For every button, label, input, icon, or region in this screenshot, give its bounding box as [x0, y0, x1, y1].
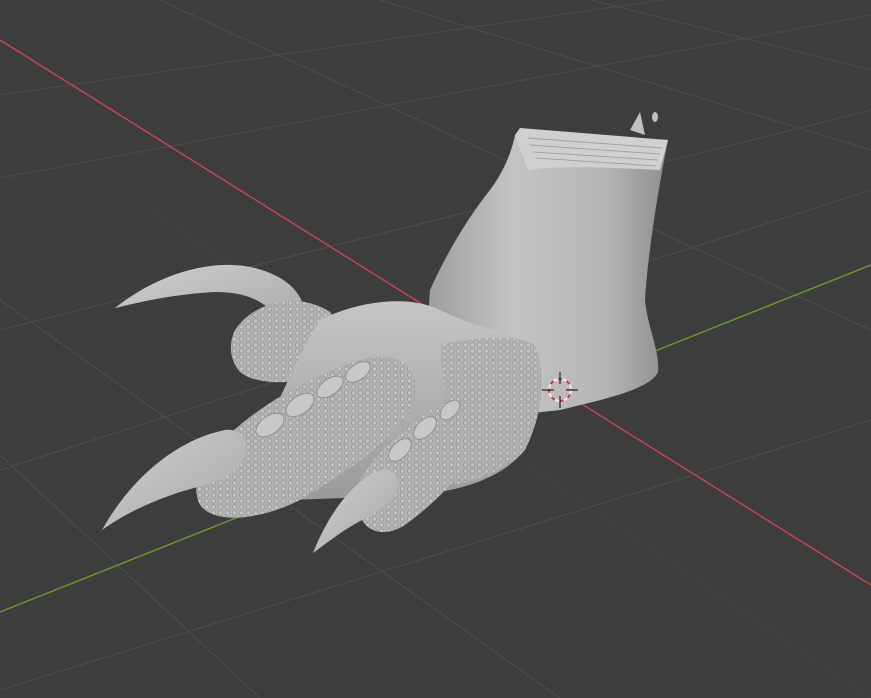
leg-nub: [652, 112, 658, 122]
leg-spike: [630, 112, 645, 135]
sculpted-foot-mesh[interactable]: [102, 112, 668, 553]
3d-viewport[interactable]: [0, 0, 871, 698]
viewport-canvas[interactable]: [0, 0, 871, 698]
